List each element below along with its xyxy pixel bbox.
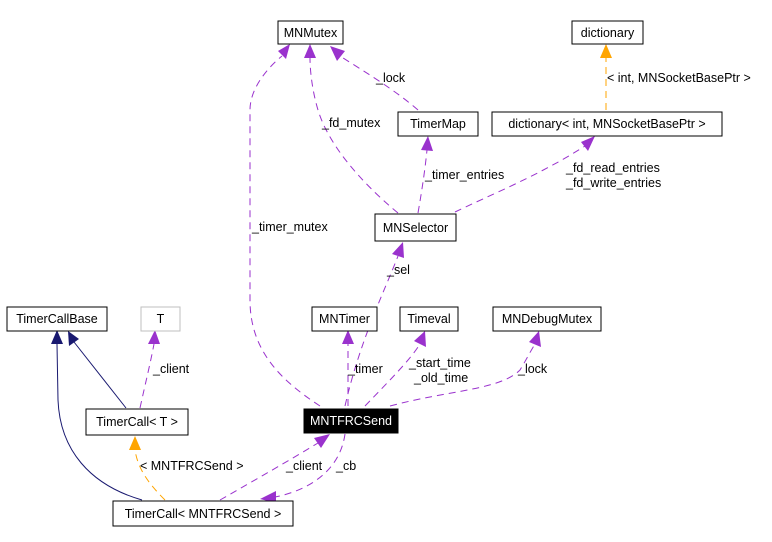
edge-client-t [139, 343, 155, 409]
edge-label-client-t: _client [152, 362, 190, 376]
edge-label-fd-read-entries: _fd_read_entries [565, 161, 660, 175]
node-label: Timeval [407, 312, 450, 326]
collaboration-diagram: _lock _fd_mutex < int, MNSocketBasePtr >… [6, 20, 751, 527]
node-label: MNMutex [284, 26, 338, 40]
edge-label-cb: _cb [335, 459, 356, 473]
arrowhead-icon [330, 46, 345, 61]
edge-label-fd-mutex: _fd_mutex [321, 116, 381, 130]
edge-label-timercall-template: < MNTFRCSend > [140, 459, 244, 473]
node-timercall-t[interactable]: TimerCall< T > [85, 408, 189, 436]
arrowhead-icon [278, 44, 290, 59]
arrowhead-icon [421, 136, 433, 151]
edge-label-timer-mutex: _timer_mutex [251, 220, 328, 234]
node-label: TimerMap [410, 117, 466, 131]
edge-label-old-time: _old_time [413, 371, 468, 385]
node-label: TimerCallBase [16, 312, 98, 326]
node-label: dictionary< int, MNSocketBasePtr > [508, 117, 705, 131]
edge-timercall-template [134, 449, 166, 501]
edge-label-lock-timermap: _lock [375, 71, 406, 85]
node-t[interactable]: T [140, 306, 181, 332]
arrowhead-icon [414, 331, 426, 347]
arrowhead-icon [51, 330, 63, 344]
edge-label-fd-write-entries: _fd_write_entries [565, 176, 661, 190]
edge-label-lock-debug: _lock [517, 362, 548, 376]
arrowhead-icon [581, 136, 595, 151]
node-label: MNTFRCSend [310, 414, 392, 428]
edge-label-dict-template: < int, MNSocketBasePtr > [607, 71, 751, 85]
node-label: MNSelector [383, 221, 448, 235]
edge-label-sel: _sel [386, 263, 410, 277]
node-dictionary[interactable]: dictionary [571, 20, 644, 45]
node-mntfrcsend[interactable]: MNTFRCSend [303, 408, 399, 434]
node-mndebugmutex[interactable]: MNDebugMutex [492, 306, 602, 332]
node-label: MNDebugMutex [502, 312, 593, 326]
arrowhead-icon [342, 330, 354, 344]
node-label: TimerCall< T > [96, 415, 178, 429]
arrowhead-icon [304, 44, 316, 58]
edge-label-timer: _timer [347, 362, 383, 376]
edge-inherit-timercall-t [73, 341, 127, 409]
arrowhead-icon [392, 242, 404, 258]
node-label: T [157, 312, 165, 326]
arrowhead-icon [314, 434, 330, 448]
node-timercallbase[interactable]: TimerCallBase [6, 306, 108, 332]
node-label: MNTimer [319, 312, 370, 326]
arrowhead-icon [529, 331, 541, 347]
node-mnselector[interactable]: MNSelector [374, 213, 457, 242]
node-timercall-mntfrcsend[interactable]: TimerCall< MNTFRCSend > [112, 500, 294, 527]
edge-label-client: _client [285, 459, 323, 473]
node-timermap[interactable]: TimerMap [397, 111, 479, 137]
edge-label-timer-entries: _timer_entries [424, 168, 504, 182]
node-mntimer[interactable]: MNTimer [311, 306, 378, 332]
arrowhead-icon [129, 436, 141, 450]
node-dictionary-instance[interactable]: dictionary< int, MNSocketBasePtr > [491, 111, 723, 137]
arrowhead-icon [600, 44, 612, 58]
arrowhead-icon [68, 331, 79, 346]
node-mnmutex[interactable]: MNMutex [277, 20, 344, 45]
arrowhead-icon [148, 330, 160, 344]
node-label: dictionary [581, 26, 635, 40]
node-label: TimerCall< MNTFRCSend > [125, 507, 282, 521]
edge-label-start-time: _start_time [408, 356, 471, 370]
node-timeval[interactable]: Timeval [399, 306, 459, 332]
